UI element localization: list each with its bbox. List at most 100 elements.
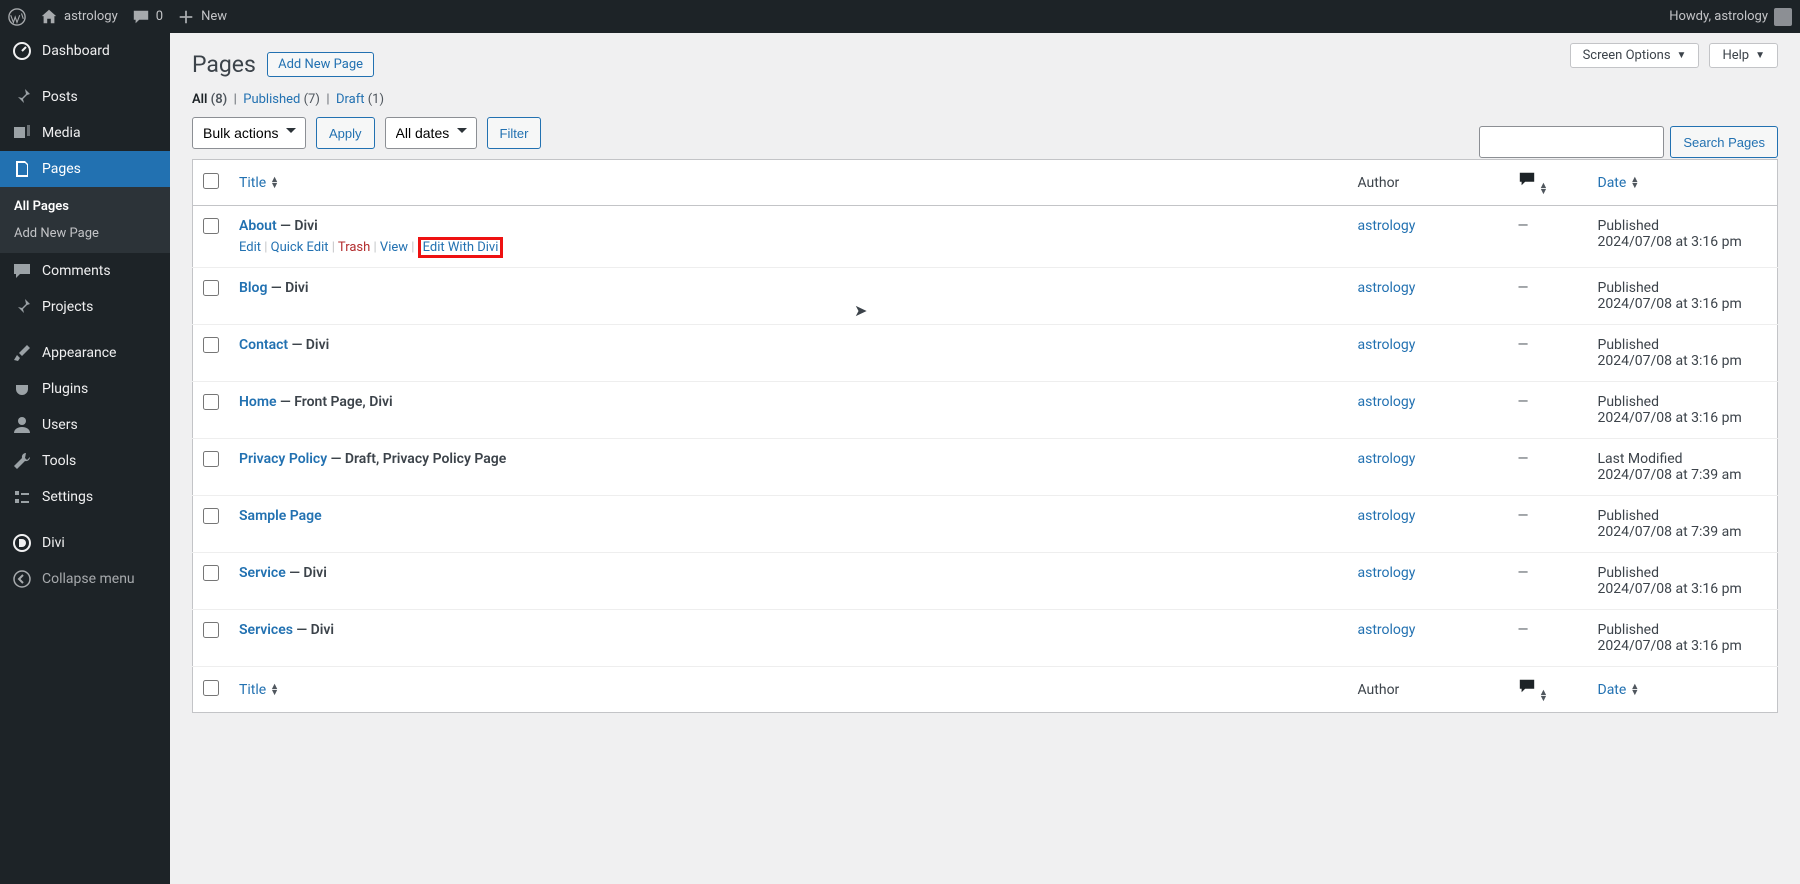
page-title-link[interactable]: Service bbox=[239, 565, 286, 581]
row-actions: Edit | Quick Edit | Trash | View | Edit … bbox=[239, 240, 1338, 255]
page-suffix: — Divi bbox=[288, 337, 329, 353]
filter-published[interactable]: Published (7) bbox=[243, 92, 320, 107]
table-row: Contact — Divi astrology — Published2024… bbox=[193, 325, 1778, 382]
author-link[interactable]: astrology bbox=[1358, 565, 1416, 581]
row-checkbox[interactable] bbox=[203, 565, 219, 581]
dates-select[interactable]: All dates bbox=[385, 117, 477, 149]
comments-link[interactable]: 0 bbox=[132, 8, 163, 26]
page-title-link[interactable]: Contact bbox=[239, 337, 288, 353]
author-link[interactable]: astrology bbox=[1358, 218, 1416, 234]
date-label: 2024/07/08 at 3:16 pm bbox=[1598, 581, 1742, 597]
main-content: Screen Options▼ Help▼ Pages Add New Page… bbox=[170, 33, 1800, 884]
author-link[interactable]: astrology bbox=[1358, 280, 1416, 296]
wp-logo[interactable] bbox=[8, 8, 26, 26]
sidebar-item-appearance[interactable]: Appearance bbox=[0, 335, 170, 371]
table-row: Blog — Divi astrology — Published2024/07… bbox=[193, 268, 1778, 325]
media-icon bbox=[12, 123, 32, 143]
sidebar-item-settings[interactable]: Settings bbox=[0, 479, 170, 515]
row-checkbox[interactable] bbox=[203, 280, 219, 296]
sidebar-item-posts[interactable]: Posts bbox=[0, 79, 170, 115]
trash-link[interactable]: Trash bbox=[338, 240, 370, 255]
site-link[interactable]: astrology bbox=[40, 8, 118, 26]
select-all-checkbox[interactable] bbox=[203, 173, 219, 189]
sidebar-item-dashboard[interactable]: Dashboard bbox=[0, 33, 170, 69]
sidebar-item-divi[interactable]: Divi bbox=[0, 525, 170, 561]
sidebar-item-users[interactable]: Users bbox=[0, 407, 170, 443]
author-link[interactable]: astrology bbox=[1358, 337, 1416, 353]
mouse-cursor: ➤ bbox=[854, 301, 867, 320]
sidebar-item-projects[interactable]: Projects bbox=[0, 289, 170, 325]
page-suffix: — Divi bbox=[267, 280, 308, 296]
page-title-link[interactable]: Blog bbox=[239, 280, 267, 296]
bulk-actions-select[interactable]: Bulk actions bbox=[192, 117, 306, 149]
page-suffix: — Draft, Privacy Policy Page bbox=[327, 451, 506, 467]
search-button[interactable]: Search Pages bbox=[1670, 126, 1778, 158]
comment-icon bbox=[132, 8, 150, 26]
sidebar-item-plugins[interactable]: Plugins bbox=[0, 371, 170, 407]
author-link[interactable]: astrology bbox=[1358, 394, 1416, 410]
add-new-page-button[interactable]: Add New Page bbox=[267, 52, 374, 77]
quick-edit-link[interactable]: Quick Edit bbox=[271, 240, 329, 255]
divi-icon bbox=[12, 533, 32, 553]
filter-button[interactable]: Filter bbox=[487, 117, 542, 149]
edit-with-divi-link[interactable]: Edit With Divi bbox=[423, 240, 499, 255]
filter-all[interactable]: All (8) bbox=[192, 92, 227, 107]
page-suffix: — Divi bbox=[277, 218, 318, 234]
author-link[interactable]: astrology bbox=[1358, 508, 1416, 524]
apply-button[interactable]: Apply bbox=[316, 117, 375, 149]
sidebar-sub-add-new[interactable]: Add New Page bbox=[0, 220, 170, 247]
comments-count: — bbox=[1518, 451, 1529, 467]
plug-icon bbox=[12, 379, 32, 399]
table-row: Home — Front Page, Divi astrology — Publ… bbox=[193, 382, 1778, 439]
date-label: 2024/07/08 at 3:16 pm bbox=[1598, 296, 1742, 312]
admin-sidebar: Dashboard Posts Media Pages All Pages Ad… bbox=[0, 33, 170, 884]
search-input[interactable] bbox=[1479, 126, 1664, 158]
col-date[interactable]: Date▲▼ bbox=[1598, 175, 1640, 191]
row-checkbox[interactable] bbox=[203, 394, 219, 410]
screen-options-button[interactable]: Screen Options▼ bbox=[1570, 43, 1700, 68]
edit-link[interactable]: Edit bbox=[239, 240, 261, 255]
author-link[interactable]: astrology bbox=[1358, 451, 1416, 467]
date-label: 2024/07/08 at 7:39 am bbox=[1598, 524, 1742, 540]
row-checkbox[interactable] bbox=[203, 508, 219, 524]
page-suffix: — Divi bbox=[293, 622, 334, 638]
page-title-link[interactable]: Home bbox=[239, 394, 277, 410]
col-author: Author bbox=[1348, 667, 1508, 713]
sidebar-item-pages[interactable]: Pages bbox=[0, 151, 170, 187]
admin-bar: astrology 0 New Howdy, astrology bbox=[0, 0, 1800, 33]
page-suffix: — Divi bbox=[286, 565, 327, 581]
col-title[interactable]: Title▲▼ bbox=[239, 682, 279, 698]
page-title-link[interactable]: Services bbox=[239, 622, 293, 638]
sidebar-sub-all-pages[interactable]: All Pages bbox=[0, 193, 170, 220]
page-title-link[interactable]: About bbox=[239, 218, 277, 234]
row-checkbox[interactable] bbox=[203, 451, 219, 467]
comment-icon[interactable] bbox=[1518, 683, 1536, 699]
sort-icon: ▲▼ bbox=[1539, 690, 1548, 702]
col-date[interactable]: Date▲▼ bbox=[1598, 682, 1640, 698]
sidebar-item-collapse[interactable]: Collapse menu bbox=[0, 561, 170, 597]
new-link[interactable]: New bbox=[177, 8, 227, 26]
pages-table: Title▲▼ Author ▲▼ Date▲▼ About — Divi Ed… bbox=[192, 159, 1778, 713]
table-row: About — Divi Edit | Quick Edit | Trash |… bbox=[193, 206, 1778, 268]
help-button[interactable]: Help▼ bbox=[1709, 43, 1778, 68]
page-title-link[interactable]: Privacy Policy bbox=[239, 451, 327, 467]
date-label: 2024/07/08 at 3:16 pm bbox=[1598, 638, 1742, 654]
page-title-link[interactable]: Sample Page bbox=[239, 508, 322, 524]
author-link[interactable]: astrology bbox=[1358, 622, 1416, 638]
col-title[interactable]: Title▲▼ bbox=[239, 175, 279, 191]
comment-icon[interactable] bbox=[1518, 176, 1536, 192]
status-label: Published bbox=[1598, 394, 1659, 410]
row-checkbox[interactable] bbox=[203, 337, 219, 353]
sort-icon: ▲▼ bbox=[270, 177, 279, 189]
filter-draft[interactable]: Draft (1) bbox=[336, 92, 384, 107]
howdy-link[interactable]: Howdy, astrology bbox=[1669, 8, 1792, 26]
view-link[interactable]: View bbox=[380, 240, 408, 255]
sort-icon: ▲▼ bbox=[1630, 684, 1639, 696]
table-row: Services — Divi astrology — Published202… bbox=[193, 610, 1778, 667]
select-all-checkbox-bottom[interactable] bbox=[203, 680, 219, 696]
sidebar-item-tools[interactable]: Tools bbox=[0, 443, 170, 479]
row-checkbox[interactable] bbox=[203, 622, 219, 638]
row-checkbox[interactable] bbox=[203, 218, 219, 234]
sidebar-item-comments[interactable]: Comments bbox=[0, 253, 170, 289]
sidebar-item-media[interactable]: Media bbox=[0, 115, 170, 151]
